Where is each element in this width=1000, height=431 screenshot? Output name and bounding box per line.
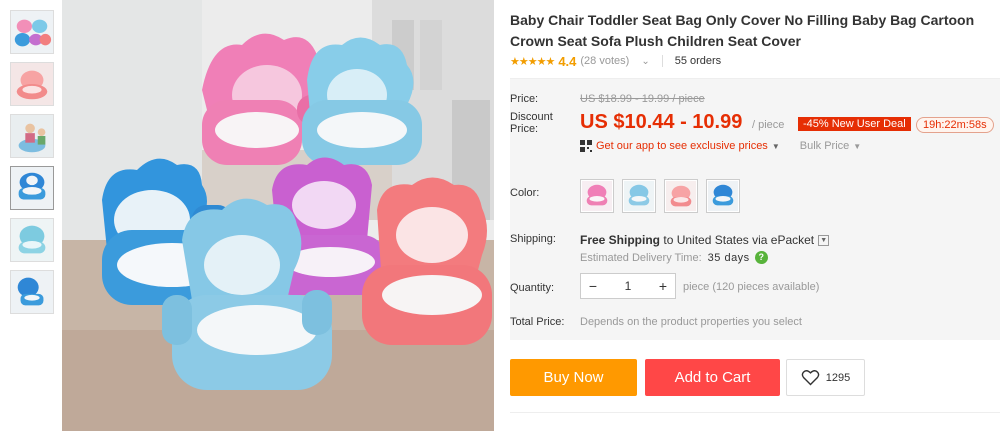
product-photo bbox=[62, 0, 494, 431]
shipping-option[interactable]: Free Shipping to United States via ePack… bbox=[580, 233, 830, 247]
color-swatch-blue[interactable] bbox=[622, 179, 656, 213]
caret-down-icon[interactable]: ▼ bbox=[853, 142, 861, 151]
chevron-down-icon[interactable]: ⌄ bbox=[641, 56, 649, 67]
product-title: Baby Chair Toddler Seat Bag Only Cover N… bbox=[510, 12, 975, 49]
star-rating-icon: ★★★★★ bbox=[510, 55, 555, 68]
divider bbox=[661, 55, 663, 67]
countdown-timer: 19h:22m:58s bbox=[916, 117, 994, 133]
original-price: US $18.99 - 19.99 / piece bbox=[580, 93, 705, 105]
divider bbox=[510, 412, 1000, 413]
thumbnail-list bbox=[10, 10, 54, 322]
total-price-value: Depends on the product properties you se… bbox=[580, 316, 802, 328]
quantity-input[interactable]: 1 bbox=[605, 279, 651, 293]
estimated-delivery-days: 35 days bbox=[707, 251, 750, 264]
shipping-to-text: to bbox=[663, 233, 674, 247]
rating-value: 4.4 bbox=[558, 53, 577, 69]
thumbnail-4[interactable] bbox=[10, 166, 54, 210]
wishlist-count: 1295 bbox=[825, 371, 851, 384]
quantity-stepper: − 1 + bbox=[580, 273, 676, 299]
estimated-delivery: Estimated Delivery Time: 35 days ? bbox=[580, 251, 768, 264]
color-swatch-pink[interactable] bbox=[580, 179, 614, 213]
free-shipping-text: Free Shipping bbox=[580, 233, 661, 247]
buy-now-button[interactable]: Buy Now bbox=[510, 359, 637, 396]
app-promo-row: Get our app to see exclusive prices ▼ Bu… bbox=[580, 140, 861, 152]
thumbnail-5[interactable] bbox=[10, 218, 54, 262]
color-label: Color: bbox=[510, 187, 540, 199]
shipping-country: United States bbox=[676, 233, 749, 247]
qr-code-icon bbox=[580, 140, 592, 152]
thumbnail-1[interactable] bbox=[10, 10, 54, 54]
discount-badge: -45% New User Deal bbox=[798, 117, 911, 131]
color-swatch-royal-blue[interactable] bbox=[706, 179, 740, 213]
quantity-available: piece (120 pieces available) bbox=[683, 281, 820, 293]
purchase-panel: Price: US $18.99 - 19.99 / piece Discoun… bbox=[510, 78, 1000, 340]
shipping-method: via ePacket bbox=[752, 233, 815, 247]
discount-price: US $10.44 - 10.99 bbox=[580, 111, 743, 133]
quantity-increase-button[interactable]: + bbox=[651, 278, 675, 294]
heart-icon bbox=[801, 370, 820, 386]
caret-down-icon[interactable]: ▼ bbox=[772, 142, 780, 151]
thumbnail-6[interactable] bbox=[10, 270, 54, 314]
quantity-decrease-button[interactable]: − bbox=[581, 278, 605, 294]
product-info: Baby Chair Toddler Seat Bag Only Cover N… bbox=[510, 0, 1000, 431]
main-product-image[interactable] bbox=[62, 0, 494, 431]
thumbnail-2[interactable] bbox=[10, 62, 54, 106]
app-promo-link[interactable]: Get our app to see exclusive prices bbox=[596, 140, 768, 152]
color-swatch-coral[interactable] bbox=[664, 179, 698, 213]
add-to-cart-button[interactable]: Add to Cart bbox=[645, 359, 780, 396]
color-swatches bbox=[580, 179, 748, 213]
estimated-delivery-label: Estimated Delivery Time: bbox=[580, 251, 702, 264]
chevron-down-icon[interactable]: ▼ bbox=[818, 234, 830, 246]
rating-row: ★★★★★ 4.4 (28 votes) ⌄ 55 orders bbox=[510, 52, 721, 70]
orders-count: 55 orders bbox=[674, 55, 722, 67]
quantity-label: Quantity: bbox=[510, 282, 555, 294]
discount-price-label: Discount Price: bbox=[510, 111, 553, 135]
thumbnail-3[interactable] bbox=[10, 114, 54, 158]
votes-count[interactable]: (28 votes) bbox=[580, 55, 629, 67]
help-icon[interactable]: ? bbox=[754, 251, 768, 264]
total-price-label: Total Price: bbox=[510, 316, 565, 328]
price-label: Price: bbox=[510, 93, 539, 105]
bulk-price-link[interactable]: Bulk Price bbox=[800, 140, 850, 152]
price-unit: / piece bbox=[752, 119, 785, 131]
shipping-label: Shipping: bbox=[510, 233, 556, 245]
wishlist-button[interactable]: 1295 bbox=[786, 359, 865, 396]
